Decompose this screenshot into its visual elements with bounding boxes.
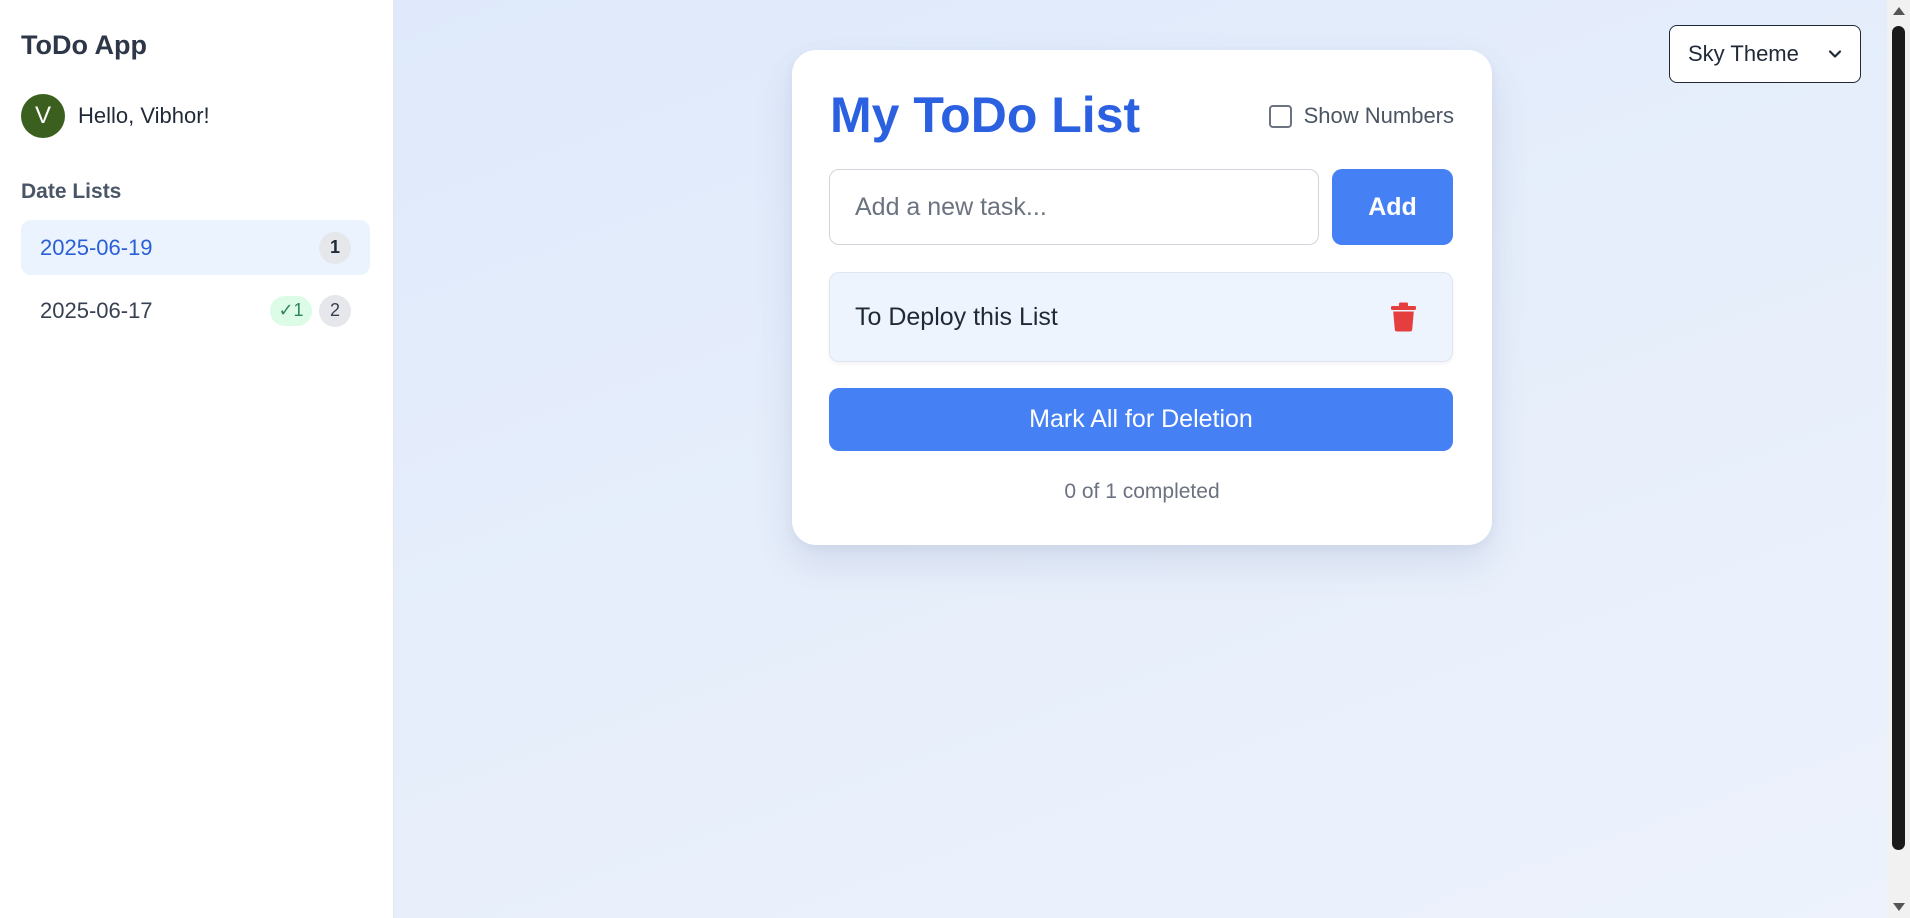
todo-card: My ToDo List Show Numbers Add To Deploy …	[792, 50, 1492, 545]
avatar[interactable]: V	[21, 94, 65, 138]
app-title: ToDo App	[21, 30, 147, 60]
date-lists-heading: Date Lists	[21, 180, 122, 203]
mark-all-for-deletion-button[interactable]: Mark All for Deletion	[829, 388, 1453, 451]
scrollbar-thumb[interactable]	[1892, 26, 1905, 850]
sidebar: ToDo App V Hello, Vibhor! Date Lists 202…	[0, 0, 394, 918]
show-numbers-label: Show Numbers	[1303, 103, 1454, 128]
scroll-up-arrow-icon[interactable]	[1893, 7, 1905, 15]
page-title: My ToDo List	[830, 87, 1141, 143]
date-list-badges: 1	[319, 231, 351, 264]
task-count-badge: 1	[319, 231, 351, 264]
theme-select[interactable]: Sky Theme	[1669, 25, 1861, 83]
theme-select-value: Sky Theme	[1688, 41, 1799, 66]
vertical-scrollbar[interactable]	[1887, 0, 1910, 918]
show-numbers-toggle[interactable]: Show Numbers	[1268, 103, 1454, 129]
date-list-badges: ✓1 2	[270, 294, 351, 327]
date-list-item-2025-06-17[interactable]: 2025-06-17 ✓1 2	[21, 283, 370, 338]
chevron-down-icon	[1828, 50, 1842, 58]
scroll-down-arrow-icon[interactable]	[1893, 903, 1905, 911]
show-numbers-checkbox[interactable]	[1268, 104, 1292, 128]
new-task-input[interactable]	[829, 169, 1319, 245]
user-greeting: V Hello, Vibhor!	[21, 94, 210, 138]
task-text: To Deploy this List	[855, 302, 1058, 331]
add-task-button[interactable]: Add	[1332, 169, 1453, 245]
date-list-item-2025-06-19[interactable]: 2025-06-19 1	[21, 220, 370, 275]
date-list-label: 2025-06-19	[40, 234, 153, 260]
task-item[interactable]: To Deploy this List	[829, 272, 1453, 362]
task-count-badge: 2	[319, 294, 351, 327]
date-list-label: 2025-06-17	[40, 297, 153, 323]
trash-icon[interactable]	[1390, 302, 1417, 332]
completed-count-badge: ✓1	[270, 295, 312, 326]
greeting-text: Hello, Vibhor!	[78, 103, 210, 128]
progress-text: 0 of 1 completed	[1064, 480, 1220, 503]
